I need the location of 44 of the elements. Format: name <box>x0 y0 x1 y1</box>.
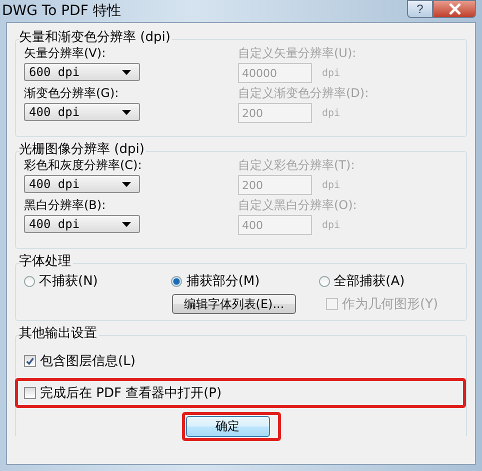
caret-icon <box>122 110 131 114</box>
checkbox[interactable] <box>24 355 36 367</box>
group-title: 矢量和渐变色分辨率 (dpi) <box>19 31 172 45</box>
resolution-dropdown[interactable]: 400 dpi <box>24 215 140 233</box>
unit-label: dpi <box>322 180 340 191</box>
resolution-dropdown[interactable]: 600 dpi <box>24 63 140 81</box>
help-button[interactable]: ? <box>407 0 433 18</box>
field-label: 自定义矢量分辨率(U): <box>238 46 356 61</box>
edit-font-list-button[interactable]: 编辑字体列表(E)... <box>172 294 296 314</box>
field-label: 黑白分辨率(B): <box>24 198 107 213</box>
checkbox-label: 完成后在 PDF 查看器中打开(P) <box>40 385 222 402</box>
unit-label: dpi <box>322 68 340 79</box>
close-icon <box>448 3 462 15</box>
field-label: 彩色和灰度分辨率(C): <box>24 158 143 173</box>
field-label: 矢量分辨率(V): <box>24 46 107 61</box>
radio-button[interactable] <box>24 276 35 286</box>
field-label: 自定义黑白分辨率(O): <box>238 198 357 213</box>
radio-option[interactable]: 全部捕获(A) <box>318 272 466 290</box>
radio-label: 捕获部分(M) <box>186 273 260 290</box>
resolution-dropdown[interactable]: 400 dpi <box>24 175 140 193</box>
radio-label: 不捕获(N) <box>39 273 98 290</box>
caret-icon <box>122 182 131 186</box>
caret-icon <box>122 70 131 74</box>
radio-option[interactable]: 捕获部分(M) <box>171 272 319 290</box>
radio-label: 全部捕获(A) <box>334 273 405 290</box>
checkbox[interactable] <box>24 387 36 399</box>
caret-icon <box>122 222 131 226</box>
group-title: 其他输出设置 <box>19 327 99 341</box>
unit-label: dpi <box>322 108 340 119</box>
window-title: DWG To PDF 特性 <box>2 2 121 20</box>
group-title: 字体处理 <box>19 255 73 269</box>
radio-button[interactable] <box>171 276 182 286</box>
checkbox-label: 包含图层信息(L) <box>40 353 136 370</box>
close-button[interactable] <box>433 0 476 18</box>
field-label: 渐变色分辨率(G): <box>24 86 120 101</box>
resolution-dropdown[interactable]: 400 dpi <box>24 103 140 121</box>
radio-option[interactable]: 不捕获(N) <box>24 272 172 290</box>
field-label: 自定义渐变色分辨率(D): <box>238 86 369 101</box>
checkbox-label: 作为几何图形(Y) <box>342 296 438 313</box>
group-title: 光栅图像分辨率 (dpi) <box>19 143 146 157</box>
radio-button[interactable] <box>318 276 330 286</box>
ok-button[interactable]: 确定 <box>186 416 270 437</box>
field-label: 自定义彩色分辨率(T): <box>238 158 355 173</box>
unit-label: dpi <box>322 220 340 231</box>
